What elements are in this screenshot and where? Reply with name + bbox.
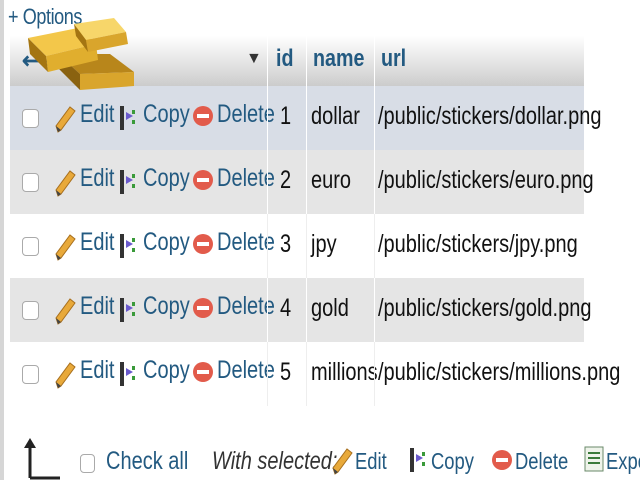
pencil-icon <box>55 170 76 197</box>
delete-icon <box>492 450 512 470</box>
bulk-export-button[interactable]: Expo <box>606 448 640 475</box>
cell-divider <box>306 86 307 150</box>
row-checkbox[interactable] <box>22 301 39 320</box>
cell-divider <box>306 214 307 278</box>
table-row: Edit Copy Delete 4 gold /public/stickers… <box>10 278 591 342</box>
copy-icon <box>120 298 135 322</box>
delete-icon <box>193 362 213 382</box>
cell-divider <box>374 150 375 214</box>
delete-icon <box>193 106 213 126</box>
check-all-label[interactable]: Check all <box>106 447 188 476</box>
table-row: Edit Copy Delete 1 dollar /public/sticke… <box>10 86 601 150</box>
bulk-edit-button[interactable]: Edit <box>355 448 387 475</box>
delete-icon <box>193 298 213 318</box>
edit-link[interactable]: Edit <box>80 292 114 321</box>
row-checkbox[interactable] <box>22 365 39 384</box>
cell-divider <box>306 278 307 342</box>
arrow-up-corner-icon <box>24 438 60 480</box>
copy-link[interactable]: Copy <box>143 356 190 385</box>
cell-name: euro <box>311 166 352 194</box>
copy-icon <box>120 234 135 258</box>
cell-divider <box>306 342 307 406</box>
table-row: Edit Copy Delete 2 euro /public/stickers… <box>10 150 594 214</box>
bulk-actions-bar: Check all With selected: Edit Copy Delet… <box>0 430 640 480</box>
row-checkbox[interactable] <box>22 109 39 128</box>
copy-link[interactable]: Copy <box>143 100 190 129</box>
cell-url: /public/stickers/millions.png <box>378 358 621 386</box>
cell-url: /public/stickers/jpy.png <box>378 230 578 258</box>
column-menu-caret-icon[interactable]: ▼ <box>246 50 262 68</box>
cell-divider <box>267 278 268 342</box>
cell-name: dollar <box>311 102 360 130</box>
copy-icon <box>120 106 135 130</box>
cell-id: 4 <box>280 294 292 322</box>
cell-id: 3 <box>280 230 292 258</box>
row-checkbox[interactable] <box>22 237 39 256</box>
delete-icon <box>193 170 213 190</box>
bulk-copy-button[interactable]: Copy <box>431 448 474 475</box>
copy-icon <box>410 448 425 472</box>
copy-icon <box>120 362 135 386</box>
cell-url: /public/stickers/dollar.png <box>378 102 602 130</box>
edit-link[interactable]: Edit <box>80 356 114 385</box>
cell-url: /public/stickers/euro.png <box>378 166 594 194</box>
cell-divider <box>267 86 268 150</box>
cell-divider <box>374 86 375 150</box>
table-row: Edit Copy Delete 5 millions /public/stic… <box>10 342 620 406</box>
header-divider <box>374 36 375 86</box>
cell-divider <box>374 342 375 406</box>
check-all-checkbox[interactable] <box>80 454 95 473</box>
column-header-name[interactable]: name <box>313 45 364 73</box>
row-checkbox[interactable] <box>22 173 39 192</box>
cell-divider <box>267 342 268 406</box>
cell-name: jpy <box>311 230 337 258</box>
copy-icon <box>120 170 135 194</box>
cell-name: gold <box>311 294 349 322</box>
table-row: Edit Copy Delete 3 jpy /public/stickers/… <box>10 214 584 278</box>
edit-link[interactable]: Edit <box>80 228 114 257</box>
header-divider <box>267 36 268 86</box>
column-header-id[interactable]: id <box>276 45 293 73</box>
cell-divider <box>267 150 268 214</box>
pencil-icon <box>55 362 76 389</box>
copy-link[interactable]: Copy <box>143 164 190 193</box>
cell-divider <box>267 214 268 278</box>
cell-name: millions <box>311 358 378 386</box>
export-icon <box>584 446 604 472</box>
cell-divider <box>374 278 375 342</box>
cell-id: 2 <box>280 166 292 194</box>
copy-link[interactable]: Copy <box>143 228 190 257</box>
cell-url: /public/stickers/gold.png <box>378 294 592 322</box>
edit-link[interactable]: Edit <box>80 100 114 129</box>
cell-divider <box>306 150 307 214</box>
cell-id: 1 <box>280 102 292 130</box>
with-selected-label: With selected: <box>212 447 338 475</box>
pencil-icon <box>332 448 353 475</box>
edit-link[interactable]: Edit <box>80 164 114 193</box>
bulk-delete-button[interactable]: Delete <box>515 448 568 475</box>
gold-bars-icon <box>28 18 134 90</box>
cell-divider <box>374 214 375 278</box>
header-divider <box>306 36 307 86</box>
copy-link[interactable]: Copy <box>143 292 190 321</box>
pencil-icon <box>55 106 76 133</box>
pencil-icon <box>55 234 76 261</box>
pencil-icon <box>55 298 76 325</box>
page-edge <box>0 0 4 480</box>
cell-id: 5 <box>280 358 292 386</box>
delete-icon <box>193 234 213 254</box>
column-header-url[interactable]: url <box>381 45 406 73</box>
